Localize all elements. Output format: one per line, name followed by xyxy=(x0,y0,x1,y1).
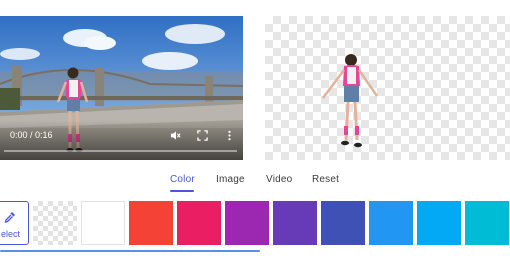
video-controls: 0:00 / 0:16 xyxy=(0,120,243,160)
horizontal-scrollbar[interactable] xyxy=(0,250,260,252)
mute-icon[interactable] xyxy=(170,130,181,141)
more-options-icon[interactable] xyxy=(224,130,235,141)
swatch-pink[interactable] xyxy=(177,201,221,245)
swatch-red[interactable] xyxy=(129,201,173,245)
color-swatch-row: elect xyxy=(0,201,510,246)
video-progress-bar[interactable] xyxy=(4,150,237,152)
active-tab-indicator xyxy=(170,190,194,192)
video-time-display: 0:00 / 0:16 xyxy=(10,130,53,140)
swatch-white[interactable] xyxy=(81,201,125,245)
swatch-cyan[interactable] xyxy=(465,201,509,245)
tab-reset[interactable]: Reset xyxy=(312,174,339,185)
video-player[interactable]: 0:00 / 0:16 xyxy=(0,16,243,160)
select-color-label: elect xyxy=(1,229,21,239)
tab-image[interactable]: Image xyxy=(216,174,245,185)
tab-video[interactable]: Video xyxy=(266,174,292,185)
swatch-indigo[interactable] xyxy=(321,201,365,245)
select-color-button[interactable]: elect xyxy=(0,201,29,245)
tab-color[interactable]: Color xyxy=(170,174,195,185)
swatch-purple[interactable] xyxy=(225,201,269,245)
swatch-light-blue[interactable] xyxy=(417,201,461,245)
swatch-blue[interactable] xyxy=(369,201,413,245)
eyedropper-icon xyxy=(4,212,15,223)
cutout-person-image xyxy=(322,54,379,148)
background-removed-preview xyxy=(265,16,510,160)
background-type-tabs: Color Image Video Reset xyxy=(0,170,510,194)
fullscreen-icon[interactable] xyxy=(197,130,208,141)
swatch-transparent[interactable] xyxy=(33,201,77,245)
swatch-deep-purple[interactable] xyxy=(273,201,317,245)
